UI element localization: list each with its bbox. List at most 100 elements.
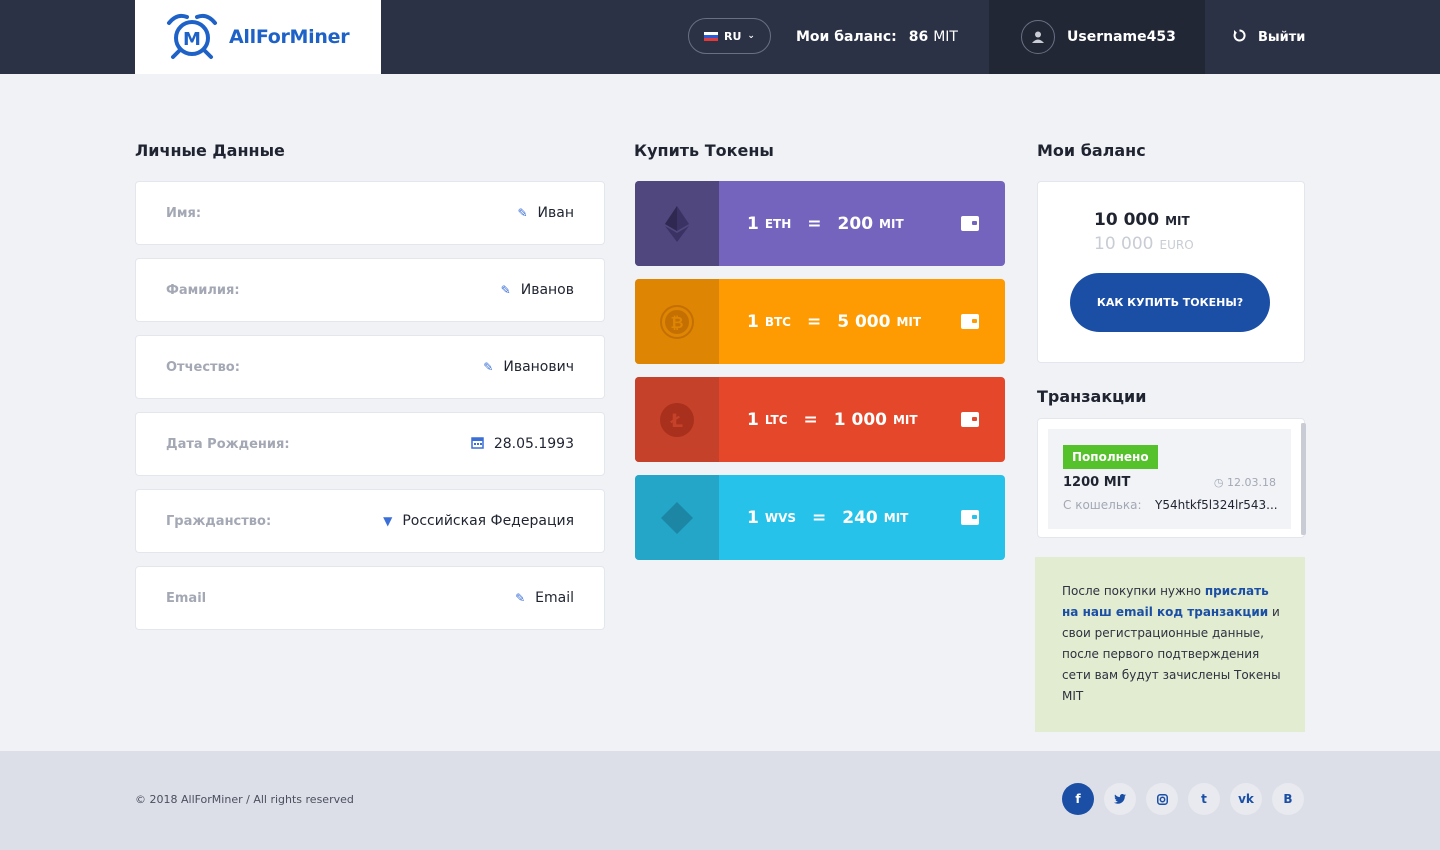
field-value: Email (535, 590, 574, 606)
footer: © 2018 AllForMiner / All rights reserved… (0, 751, 1440, 850)
balance-mit-unit: MIT (1165, 214, 1190, 228)
transactions-list: Пополнено 1200 MIT ◷ 12.03.18 С кошелька… (1037, 418, 1306, 538)
transaction-address: Y54htkf5l324lr543... (1155, 498, 1278, 512)
wallet-icon[interactable] (935, 279, 1005, 364)
social-links: f t vk B (1062, 783, 1304, 815)
language-label: RU (724, 29, 742, 43)
user-menu[interactable]: Username453 (989, 0, 1205, 74)
field-last-name[interactable]: Фамилия: ✎ Иванов (135, 258, 605, 322)
wallet-icon[interactable] (935, 475, 1005, 560)
chevron-down-icon: ⌄ (747, 31, 755, 41)
top-header: M AllForMiner RU ⌄ Мои баланс: 86 MIT Us… (0, 0, 1440, 74)
logo[interactable]: M AllForMiner (135, 0, 381, 74)
logout-label: Выйти (1258, 29, 1306, 45)
purchase-info-note: После покупки нужно прислать на наш emai… (1035, 557, 1305, 732)
field-label: Имя: (166, 205, 202, 221)
field-label: Дата Рождения: (166, 436, 290, 452)
token-card-btc[interactable]: ₿ 1 BTC = 5 000 MIT (635, 279, 1005, 364)
token-coin: LTC (764, 412, 788, 427)
field-value: 28.05.1993 (493, 436, 574, 452)
token-equals: = (807, 213, 822, 234)
token-amount: 1 (747, 507, 759, 528)
calendar-icon[interactable] (471, 436, 484, 453)
how-to-buy-button[interactable]: КАК КУПИТЬ ТОКЕНЫ? (1070, 273, 1270, 332)
pencil-icon[interactable]: ✎ (501, 283, 511, 297)
balance-euro-unit: EURO (1159, 238, 1194, 252)
ethereum-icon (635, 181, 719, 266)
tumblr-icon[interactable]: t (1188, 783, 1220, 815)
svg-text:M: M (183, 29, 201, 50)
token-card-eth[interactable]: 1 ETH = 200 MIT (635, 181, 1005, 266)
wallet-icon[interactable] (935, 181, 1005, 266)
facebook-icon[interactable]: f (1062, 783, 1094, 815)
transaction-item[interactable]: Пополнено 1200 MIT ◷ 12.03.18 С кошелька… (1048, 429, 1291, 529)
token-unit: MIT (883, 510, 909, 525)
token-card-wvs[interactable]: 1 WVS = 240 MIT (635, 475, 1005, 560)
transactions-title: Транзакции (1037, 387, 1147, 406)
token-equals: = (806, 311, 822, 332)
my-balance-title: Мои баланс (1037, 141, 1146, 160)
dropdown-arrow-icon[interactable]: ▼ (383, 514, 392, 528)
header-balance: Мои баланс: 86 MIT (796, 0, 958, 74)
svg-text:₿: ₿ (670, 313, 683, 332)
russia-flag-icon (704, 31, 719, 41)
transaction-date-value: 12.03.18 (1227, 476, 1276, 489)
token-equals: = (803, 409, 818, 430)
balance-mit: 10 000 MIT (1094, 210, 1190, 230)
field-first-name[interactable]: Имя: ✎ Иван (135, 181, 605, 245)
field-email[interactable]: Email ✎ Email (135, 566, 605, 630)
field-patronymic[interactable]: Отчество: ✎ Иванович (135, 335, 605, 399)
bitcoin-icon: ₿ (635, 279, 719, 364)
waves-icon (635, 475, 719, 560)
scrollbar-thumb[interactable] (1301, 423, 1306, 535)
transaction-date: ◷ 12.03.18 (1214, 476, 1276, 489)
transaction-from-label: С кошелька: (1063, 498, 1142, 512)
user-avatar-icon (1021, 20, 1055, 54)
token-amount: 1 (747, 311, 759, 332)
field-label: Фамилия: (166, 282, 240, 298)
buy-tokens-title: Купить Токены (634, 141, 774, 160)
brand-name: AllForMiner (229, 26, 350, 48)
note-text-before: После покупки нужно (1062, 584, 1205, 598)
pencil-icon[interactable]: ✎ (517, 206, 527, 220)
field-label: Email (166, 590, 207, 606)
twitter-icon[interactable] (1104, 783, 1136, 815)
pencil-icon[interactable]: ✎ (483, 360, 493, 374)
note-text-after: и свои регистрационные данные, после пер… (1062, 605, 1281, 703)
field-value: Иванович (503, 359, 574, 375)
token-amount: 1 (747, 409, 759, 430)
token-amount: 1 (747, 213, 759, 234)
field-label: Гражданство: (166, 513, 272, 529)
field-value: Российская Федерация (402, 513, 574, 529)
token-price: 5 000 (837, 311, 891, 332)
instagram-icon[interactable] (1146, 783, 1178, 815)
token-coin: WVS (764, 510, 797, 525)
token-unit: MIT (879, 216, 904, 231)
litecoin-icon: Ł (635, 377, 719, 462)
balance-euro: 10 000 EURO (1094, 234, 1194, 254)
username: Username453 (1067, 29, 1176, 45)
wallet-icon[interactable] (935, 377, 1005, 462)
behance-icon[interactable]: B (1272, 783, 1304, 815)
token-price: 1 000 (833, 409, 887, 430)
svg-text:Ł: Ł (670, 410, 683, 432)
balance-card: 10 000 MIT 10 000 EURO КАК КУПИТЬ ТОКЕНЫ? (1037, 181, 1305, 363)
field-citizenship[interactable]: Гражданство: ▼ Российская Федерация (135, 489, 605, 553)
field-birth-date[interactable]: Дата Рождения: 28.05.1993 (135, 412, 605, 476)
token-price: 200 (837, 213, 874, 234)
copyright: © 2018 AllForMiner / All rights reserved (135, 793, 354, 806)
pickaxe-logo-icon: M (163, 11, 221, 63)
logout-button[interactable]: Выйти (1233, 0, 1305, 74)
scrollbar[interactable] (1301, 423, 1306, 535)
vk-icon[interactable]: vk (1230, 783, 1262, 815)
header-balance-value: 86 (908, 29, 929, 45)
field-value: Иван (537, 205, 574, 221)
language-selector[interactable]: RU ⌄ (688, 18, 771, 54)
balance-euro-value: 10 000 (1094, 234, 1154, 254)
header-balance-unit: MIT (933, 29, 958, 45)
token-coin: ETH (764, 216, 792, 231)
pencil-icon[interactable]: ✎ (515, 591, 525, 605)
transaction-amount: 1200 MIT (1063, 475, 1131, 490)
field-label: Отчество: (166, 359, 240, 375)
token-card-ltc[interactable]: Ł 1 LTC = 1 000 MIT (635, 377, 1005, 462)
